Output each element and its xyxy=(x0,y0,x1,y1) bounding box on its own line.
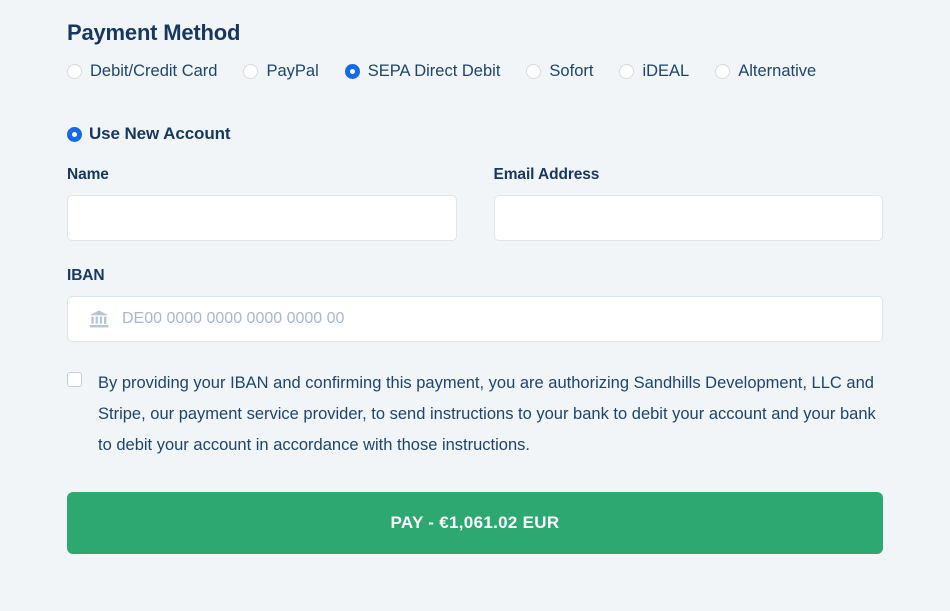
payment-method-option-debit-credit-card[interactable]: Debit/Credit Card xyxy=(67,62,217,81)
page-title: Payment Method xyxy=(67,20,241,45)
payment-method-option-sepa-direct-debit[interactable]: SEPA Direct Debit xyxy=(344,62,501,81)
name-input[interactable] xyxy=(67,195,457,241)
name-email-fields: Name Email Address xyxy=(67,166,883,241)
use-new-account-label: Use New Account xyxy=(89,124,231,143)
radio-alternative[interactable] xyxy=(715,64,731,79)
iban-field-group: IBAN xyxy=(67,267,883,342)
payment-method-label: Sofort xyxy=(549,62,594,80)
email-label: Email Address xyxy=(493,166,600,183)
mandate-consent-checkbox[interactable] xyxy=(67,372,82,387)
payment-method-option-alternative[interactable]: Alternative xyxy=(715,62,816,81)
payment-method-options: Debit/Credit Card PayPal SEPA Direct Deb… xyxy=(67,62,883,81)
radio-use-new-account[interactable] xyxy=(67,126,82,142)
iban-label: IBAN xyxy=(67,267,105,284)
payment-method-label: iDEAL xyxy=(642,62,690,80)
email-field-group: Email Address xyxy=(493,166,883,241)
pay-button[interactable]: PAY - €1,061.02 EUR xyxy=(67,492,883,554)
iban-input[interactable] xyxy=(67,296,883,342)
use-new-account-option[interactable]: Use New Account xyxy=(67,124,883,144)
payment-method-label: Debit/Credit Card xyxy=(90,62,218,80)
payment-form-page: Payment Method Debit/Credit Card PayPal … xyxy=(0,0,950,611)
radio-ideal[interactable] xyxy=(619,64,635,79)
mandate-consent-text: By providing your IBAN and confirming th… xyxy=(98,374,876,454)
payment-method-label: Alternative xyxy=(738,62,817,80)
payment-method-label: PayPal xyxy=(266,62,319,80)
iban-input-wrapper xyxy=(67,296,883,342)
name-field-group: Name xyxy=(67,166,457,241)
payment-method-option-sofort[interactable]: Sofort xyxy=(526,62,593,81)
payment-method-option-ideal[interactable]: iDEAL xyxy=(619,62,689,81)
radio-debit-credit-card[interactable] xyxy=(67,64,82,79)
payment-method-label: SEPA Direct Debit xyxy=(367,62,501,80)
payment-method-option-paypal[interactable]: PayPal xyxy=(243,62,319,81)
radio-paypal[interactable] xyxy=(243,64,259,79)
radio-sofort[interactable] xyxy=(526,64,542,79)
mandate-consent-row: By providing your IBAN and confirming th… xyxy=(67,368,883,461)
email-input[interactable] xyxy=(493,195,883,241)
name-label: Name xyxy=(67,166,109,183)
radio-sepa-direct-debit[interactable] xyxy=(344,64,360,79)
